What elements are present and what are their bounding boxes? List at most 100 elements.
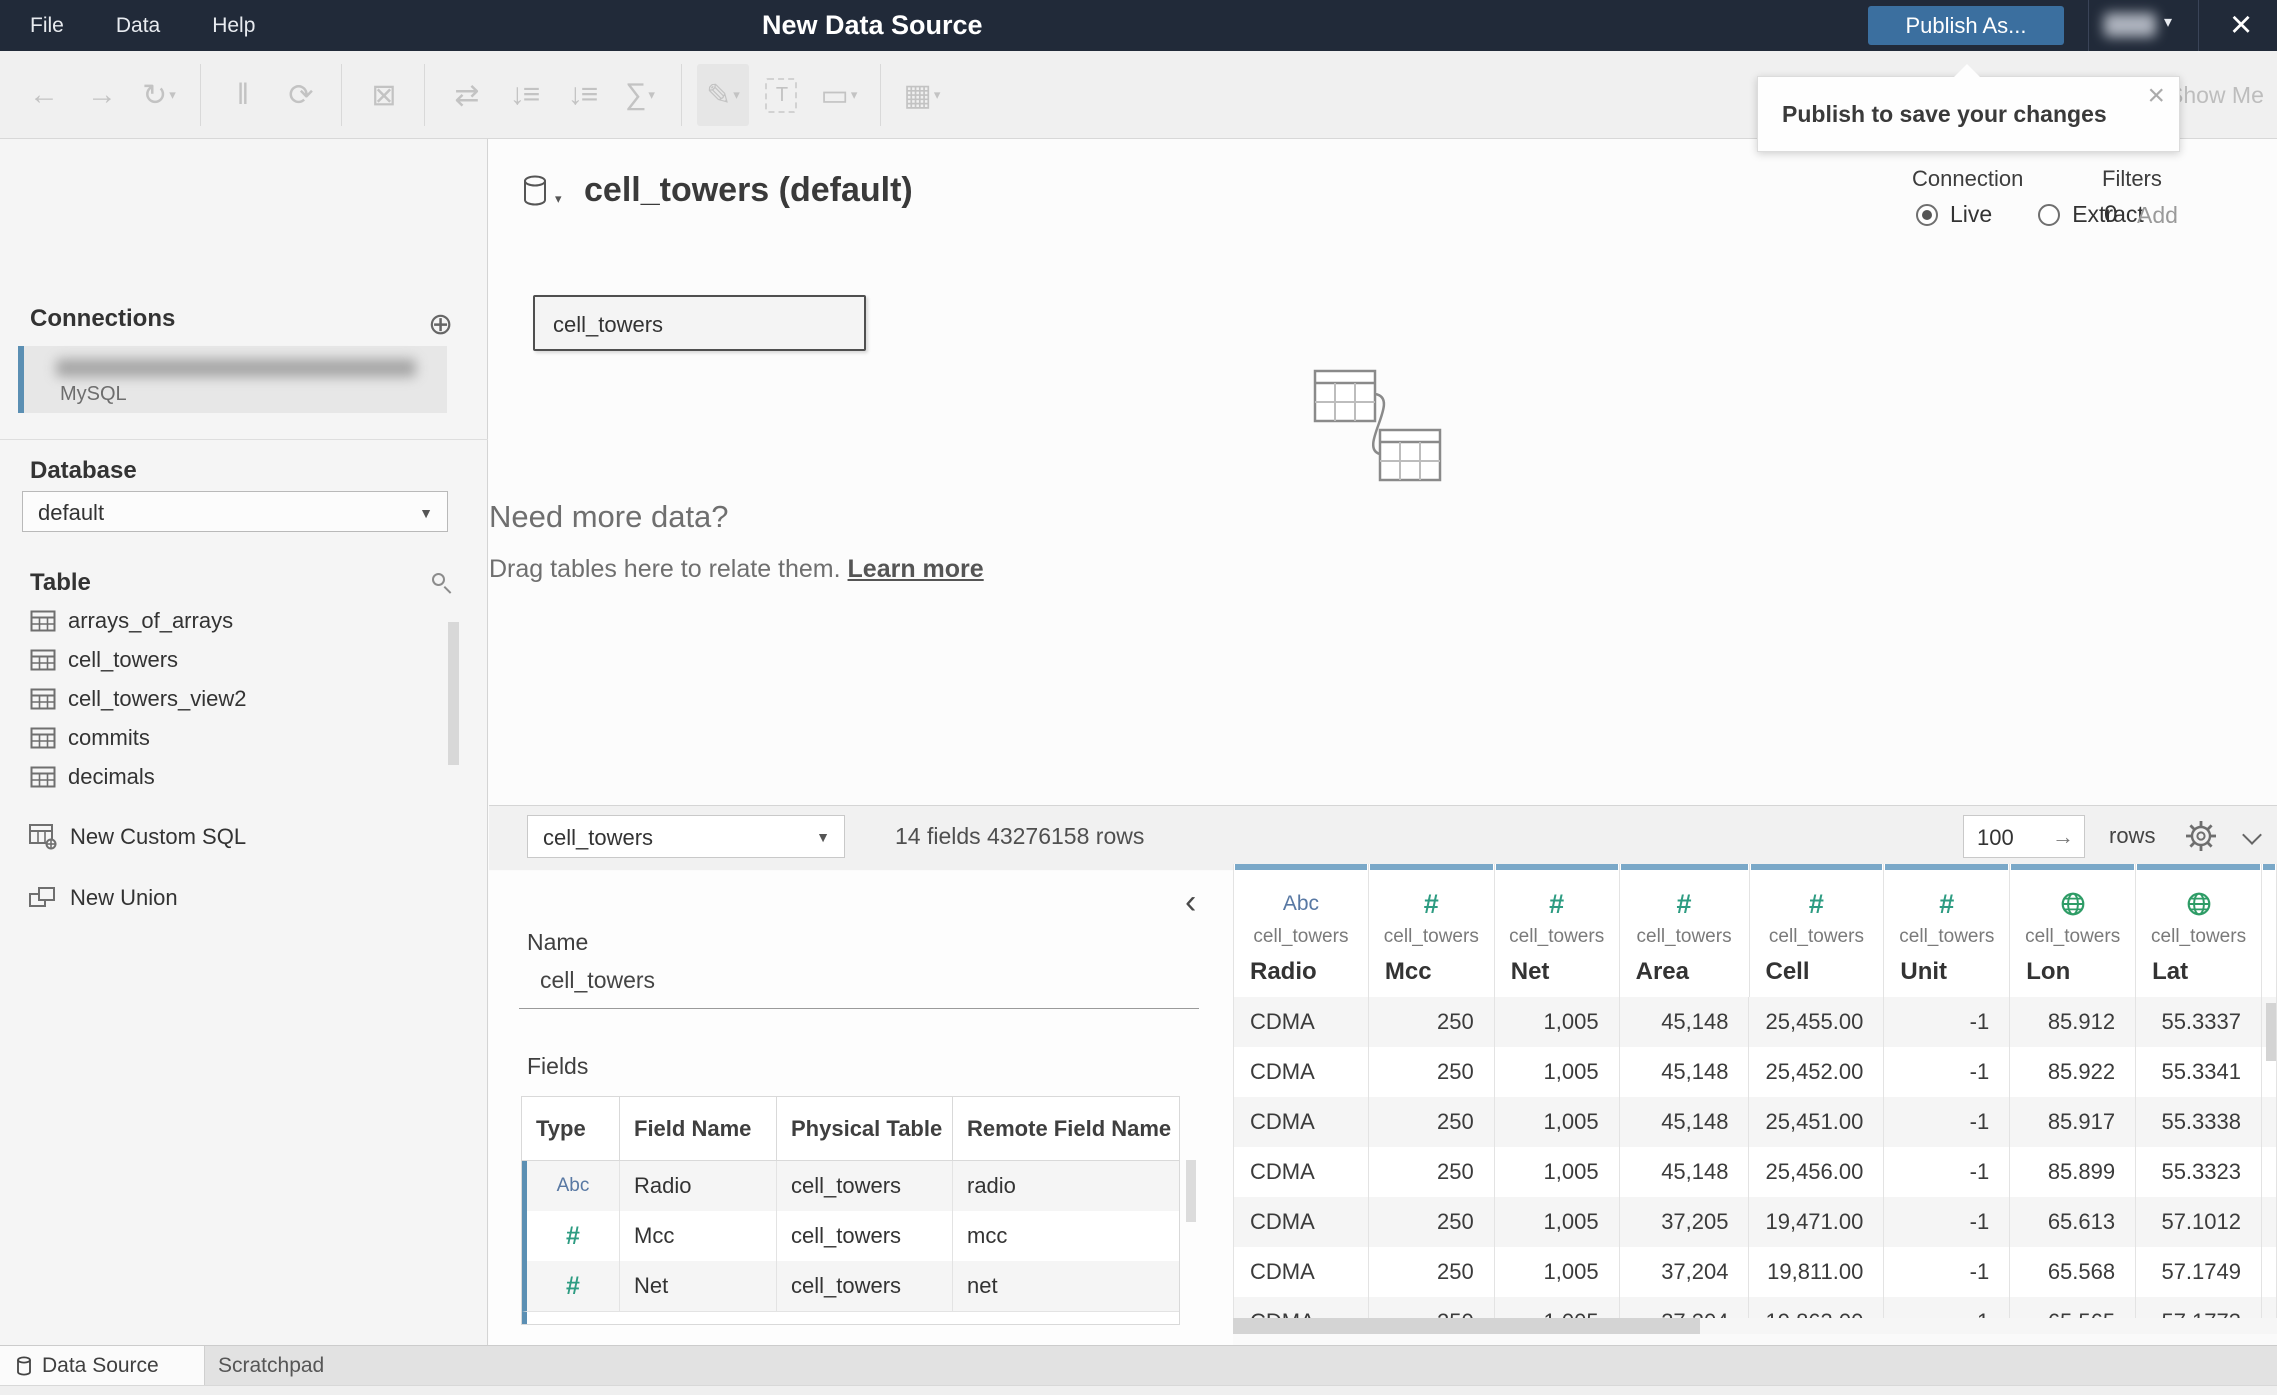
grid-row-2: CDMA 250 1,005 45,148 25,452.00 -1 85.922 55.33… [1234, 1047, 2277, 1097]
swap-rows-columns-icon[interactable]: ⇄ [440, 64, 492, 126]
grid-cell: 85.899 [2010, 1147, 2137, 1197]
fit-width-icon[interactable]: ▭ ▾ [813, 64, 865, 126]
sidebar-scrollbar[interactable] [448, 622, 459, 765]
grid-cell-clipped [2262, 1197, 2277, 1247]
relate-tables-illustration [1313, 369, 1442, 482]
publish-tooltip: Publish to save your changes × [1757, 64, 2180, 152]
string-type-icon: Abc [527, 1161, 620, 1211]
grid-col-header-net[interactable]: # cell_towers Net [1495, 864, 1620, 997]
totals-sigma-icon[interactable]: ∑ ▾ [614, 64, 666, 126]
table-item-arrays_of_arrays[interactable]: arrays_of_arrays [0, 601, 470, 640]
data-source-cylinder-icon[interactable] [522, 175, 550, 207]
user-menu-caret-icon[interactable]: ▾ [2164, 12, 2172, 32]
column-table-label: cell_towers [2151, 926, 2247, 947]
tooltip-close-icon[interactable]: × [2147, 79, 2165, 113]
table-item-cell_towers_view2[interactable]: cell_towers_view2 [0, 679, 470, 718]
grid-col-header-lat[interactable]: cell_towers Lat [2136, 864, 2262, 997]
sort-descending-icon[interactable]: ↓≡ [556, 64, 608, 126]
field-name-cell: Mcc [620, 1211, 777, 1261]
grid-cell: -1 [1884, 1047, 2011, 1097]
grid-cell: 85.922 [2010, 1047, 2137, 1097]
custom-sql-icon [29, 824, 57, 850]
connection-item[interactable]: MySQL [18, 346, 447, 413]
menu-data[interactable]: Data [116, 14, 160, 38]
grid-vscroll-thumb[interactable] [2266, 1003, 2276, 1061]
sort-descending-glyph: ↓≡ [567, 78, 598, 111]
grid-cell: CDMA [1234, 1047, 1369, 1097]
grid-rows: CDMA 250 1,005 45,148 25,455.00 -1 85.912 55.33… [1234, 997, 2277, 1345]
replay-icon[interactable]: ↻ ▾ [133, 64, 185, 126]
caret-down-icon: ▾ [733, 87, 740, 102]
table-list: arrays_of_arrays cell_towers cell_towers_v… [0, 601, 470, 796]
table-item-decimals[interactable]: decimals [0, 757, 470, 796]
grid-cell: 1,005 [1495, 1097, 1620, 1147]
left-pane: Connections ⊕ MySQL Database default ▼ T… [0, 139, 488, 1345]
undo-icon[interactable]: ← [17, 64, 69, 126]
new-union-button[interactable]: New Union [0, 877, 470, 919]
show-me-panel-icon[interactable]: ▦ ▾ [896, 64, 948, 126]
grid-col-header-radio[interactable]: Abc cell_towers Radio [1234, 864, 1369, 997]
row-count-input[interactable]: 100 → [1963, 815, 2085, 858]
extract-radio[interactable] [2038, 203, 2061, 226]
data-source-caret-icon[interactable]: ▾ [555, 191, 562, 207]
grid-collapse-chevron-icon[interactable] [2245, 828, 2261, 844]
column-field-label: Lat [2152, 958, 2189, 985]
run-update-icon[interactable]: ⟳ [274, 64, 326, 126]
tab-scratchpad[interactable]: Scratchpad [218, 1346, 324, 1386]
table-icon [30, 727, 56, 748]
collapse-panel-icon[interactable]: ‹ [1185, 885, 1196, 919]
table-item-commits[interactable]: commits [0, 718, 470, 757]
window-close-icon[interactable]: × [2230, 2, 2252, 49]
name-input-underline [519, 1008, 1199, 1009]
live-radio-label[interactable]: Live [1950, 201, 1992, 228]
table-select-dropdown[interactable]: cell_towers ▼ [527, 815, 845, 858]
grid-col-header-unit[interactable]: # cell_towers Unit [1884, 864, 2011, 997]
grid-col-header-mcc[interactable]: # cell_towers Mcc [1369, 864, 1495, 997]
field-row-mcc[interactable]: # Mcc cell_towers mcc [522, 1211, 1179, 1261]
grid-settings-gear-icon[interactable] [2184, 819, 2218, 853]
publish-as-button[interactable]: Publish As... [1868, 6, 2064, 45]
pause-auto-updates-glyph: ‖ [236, 78, 249, 111]
physical-table-cell: cell_towers [777, 1161, 953, 1211]
grid-hscroll-thumb[interactable] [1233, 1318, 1700, 1334]
grid-col-header-area[interactable]: # cell_towers Area [1620, 864, 1750, 997]
connections-heading: Connections [30, 305, 176, 332]
filters-add-link[interactable]: Add [2137, 202, 2178, 229]
grid-horizontal-scrollbar[interactable] [1233, 1318, 2277, 1334]
highlight-pen-icon[interactable]: ✎ ▾ [697, 64, 749, 126]
field-row-radio[interactable]: Abc Radio cell_towers radio [522, 1161, 1179, 1211]
field-row-net[interactable]: # Net cell_towers net [522, 1261, 1179, 1311]
add-connection-icon[interactable]: ⊕ [428, 307, 453, 342]
grid-row-3: CDMA 250 1,005 45,148 25,451.00 -1 85.917 55.33… [1234, 1097, 2277, 1147]
logical-table-node[interactable]: cell_towers [533, 295, 866, 351]
show-me-panel-glyph: ▦ [903, 78, 932, 112]
live-radio[interactable] [1916, 203, 1938, 226]
field-row-partial [522, 1311, 1179, 1324]
redo-icon[interactable]: → [75, 64, 127, 126]
grid-col-header-lon[interactable]: cell_towers Lon [2010, 864, 2137, 997]
grid-cell: 19,811.00 [1749, 1247, 1885, 1297]
database-select[interactable]: default ▼ [22, 491, 448, 532]
grid-col-header-cell[interactable]: # cell_towers Cell [1750, 864, 1885, 997]
table-item-cell_towers[interactable]: cell_towers [0, 640, 470, 679]
fields-table-header: Type Field Name Physical Table Remote Fi… [522, 1097, 1179, 1161]
apply-row-count-icon[interactable]: → [2052, 824, 2074, 850]
sort-ascending-icon[interactable]: ↓≡ [498, 64, 550, 126]
grid-cell: CDMA [1234, 997, 1369, 1047]
pause-auto-updates-icon[interactable]: ‖ [216, 64, 268, 126]
learn-more-link[interactable]: Learn more [848, 555, 984, 583]
new-custom-sql-button[interactable]: New Custom SQL [0, 816, 470, 858]
menu-help[interactable]: Help [212, 14, 255, 38]
clear-sort-icon[interactable]: ⊠ [357, 64, 409, 126]
text-label-icon[interactable]: T [755, 64, 807, 126]
show-me-button[interactable]: Show Me [2168, 51, 2264, 139]
number-type-icon: # [1423, 888, 1439, 919]
grid-cell-clipped [2262, 1247, 2277, 1297]
name-input[interactable]: cell_towers [540, 967, 655, 994]
table-search-icon[interactable] [432, 573, 454, 595]
tab-data-source[interactable]: Data Source [0, 1346, 205, 1386]
user-name-redacted[interactable] [2104, 13, 2156, 37]
grid-row-5: CDMA 250 1,005 37,205 19,471.00 -1 65.613 57.10… [1234, 1197, 2277, 1247]
menu-file[interactable]: File [30, 14, 64, 38]
fields-scrollbar[interactable] [1186, 1160, 1196, 1222]
